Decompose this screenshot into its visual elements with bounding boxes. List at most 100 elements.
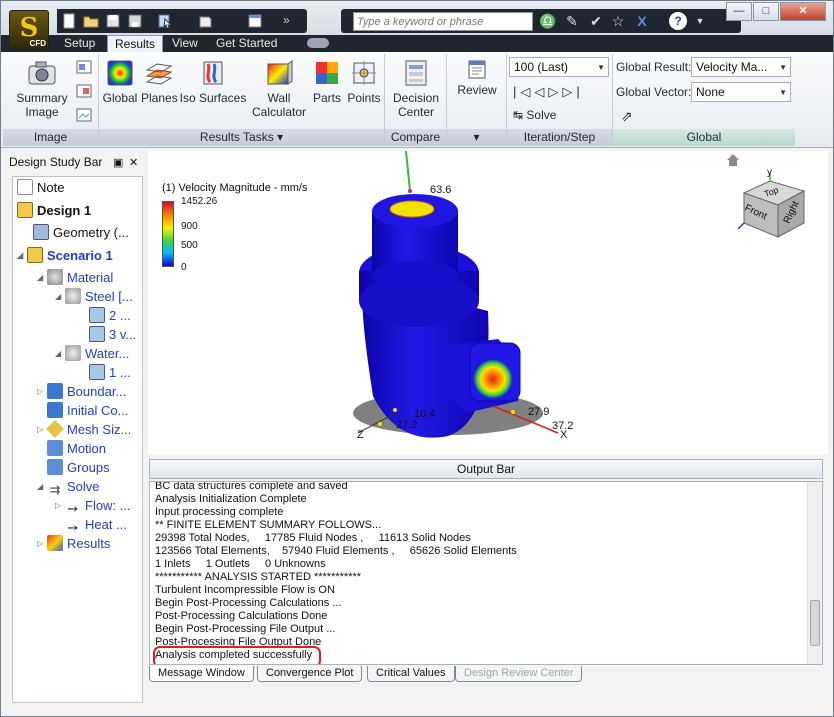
collapse-icon[interactable]: ◢ [17,247,27,265]
tree-item-part-2[interactable]: 2 ... [89,307,131,325]
tree-item-flow[interactable]: ▷ ➙ Flow: ... [55,497,131,516]
tab-view[interactable]: View [165,35,205,52]
initial-conditions-icon [47,402,63,418]
iso-surfaces-button[interactable]: Iso Surfaces [179,58,247,105]
home-view-icon[interactable] [726,153,740,167]
decision-center-label: Decision Center [392,91,440,119]
image-small-icon-3[interactable] [75,106,93,124]
prev-step-icon[interactable]: ◁ [534,84,548,99]
view-cube[interactable]: y Top Front Right [737,167,808,239]
expand-icon[interactable]: ▷ [55,497,65,515]
tree-item-scenario-1[interactable]: ◢ Scenario 1 [17,247,113,265]
image-small-icon-1[interactable] [75,58,93,76]
summary-image-button[interactable]: Summary Image [11,58,73,119]
tree-item-heat[interactable]: ➙ Heat ... [65,516,127,535]
arrow-icon[interactable]: ⇗ [621,108,633,125]
search-input[interactable] [353,12,533,31]
tree-label: Initial Co... [67,403,129,418]
global-vector-select[interactable]: None [691,82,791,102]
app-logo-button[interactable]: S CFD [9,10,49,50]
save-icon[interactable] [105,13,121,29]
output-bar-button[interactable]: Output Bar [149,459,823,479]
tab-critical-values[interactable]: Critical Values [367,666,455,682]
tab-message-window[interactable]: Message Window [149,666,254,682]
save-all-icon[interactable] [127,13,143,29]
check-icon[interactable]: ✔ [587,12,605,30]
wall-calculator-button[interactable]: Wall Calculator [249,58,309,119]
open-icon[interactable] [83,13,99,29]
tree-item-initial-conditions[interactable]: Initial Co... [47,402,128,420]
tree-item-part-1[interactable]: 1 ... [89,364,131,382]
next-step-icon[interactable]: ▷ [548,84,562,99]
review-panel-title[interactable]: ▾ [447,129,506,146]
step-nav-controls: |◁◁▷▷| [513,84,584,100]
binoculars-icon[interactable]: ♎ [539,12,557,30]
review-button[interactable]: Review [449,58,505,97]
star-icon[interactable]: ☆ [609,12,627,30]
collapse-icon[interactable]: ◢ [37,478,47,496]
points-button[interactable]: Points [345,58,383,105]
global-result-select[interactable]: Velocity Ma... [691,57,791,77]
decision-center-button[interactable]: Decision Center [387,58,445,119]
collapse-icon[interactable]: ◢ [37,269,47,287]
tree-item-mesh-size[interactable]: ▷ Mesh Siz... [37,419,131,439]
window-icon[interactable] [247,13,263,29]
expand-icon[interactable]: ▷ [37,421,47,439]
new-icon[interactable] [61,13,77,29]
3d-viewport[interactable]: (1) Velocity Magnitude - mm/s 1452.26 90… [148,151,828,454]
collapse-icon[interactable]: ◢ [55,288,65,306]
global-button[interactable]: Global [101,58,139,105]
tree-item-motion[interactable]: Motion [47,440,106,458]
solve-button[interactable]: ↹ Solve [513,108,556,122]
select-icon[interactable] [157,13,173,29]
tab-get-started[interactable]: Get Started [209,35,284,52]
tree-item-solve[interactable]: ◢ ⇉ Solve [37,478,100,497]
parts-button[interactable]: Parts [309,58,345,105]
help-icon[interactable]: ? [669,12,687,30]
tree-item-geometry[interactable]: Geometry (... [33,224,129,242]
tree-item-groups[interactable]: Groups [47,459,110,477]
maximize-button[interactable]: □ [753,2,779,21]
close-button[interactable]: ✕ [780,2,826,21]
minimize-button[interactable]: — [726,2,752,21]
tree-item-steel[interactable]: ◢ Steel [... [55,288,133,306]
first-step-icon[interactable]: |◁ [513,84,534,99]
tree-item-part-3[interactable]: 3 v... [89,326,136,344]
collapse-icon[interactable]: ◢ [55,345,65,363]
probe-value: 27.9 [528,406,550,418]
expand-icon[interactable]: ▷ [37,383,47,401]
scrollbar-thumb[interactable] [810,600,820,646]
close-panel-icon[interactable]: ✕ [129,156,138,169]
results-tasks-title: Results Tasks ▾ [99,129,384,146]
overflow-icon[interactable]: » [283,13,299,29]
wall-calculator-label: Wall Calculator [251,91,307,119]
tree-item-design-1[interactable]: Design 1 [17,202,91,220]
last-step-icon[interactable]: ▷| [562,84,583,99]
expand-icon[interactable]: ▷ [37,535,47,553]
tab-results[interactable]: Results [107,35,164,52]
tab-convergence-plot[interactable]: Convergence Plot [257,666,363,682]
image-panel: Summary Image Image [3,54,99,146]
panel-expand-icon[interactable]: ▾ [277,130,283,144]
planes-button[interactable]: Planes [141,58,178,105]
iteration-step-title: Iteration/Step [507,129,612,146]
iteration-step-select[interactable]: 100 (Last) [509,57,609,77]
image-small-icon-2[interactable] [75,82,93,100]
message-scrollbar[interactable] [807,482,822,664]
tree-item-material[interactable]: ◢ Material [37,269,113,287]
message-line: Post-Processing Calculations Done [155,610,328,622]
tab-setup[interactable]: Setup [57,35,102,52]
help-dropdown-icon[interactable]: ▼ [691,12,709,30]
restore-panel-icon[interactable]: ▣ [113,156,123,169]
tree-item-results[interactable]: ▷ Results [37,535,110,553]
tab-design-review-center[interactable]: Design Review Center [455,666,583,682]
tree-item-water[interactable]: ◢ Water... [55,345,129,363]
message-line: BC data structures complete and saved [155,481,348,492]
tree-item-note[interactable]: Note [17,179,64,197]
message-window[interactable]: BC data structures complete and saved An… [149,481,823,665]
ribbon-toggle-icon[interactable] [307,38,329,48]
shape-icon[interactable] [197,13,213,29]
tree-item-boundary[interactable]: ▷ Boundar... [37,383,126,401]
wrench-icon[interactable]: ✎ [563,12,581,30]
exchange-icon[interactable]: X [633,12,651,30]
